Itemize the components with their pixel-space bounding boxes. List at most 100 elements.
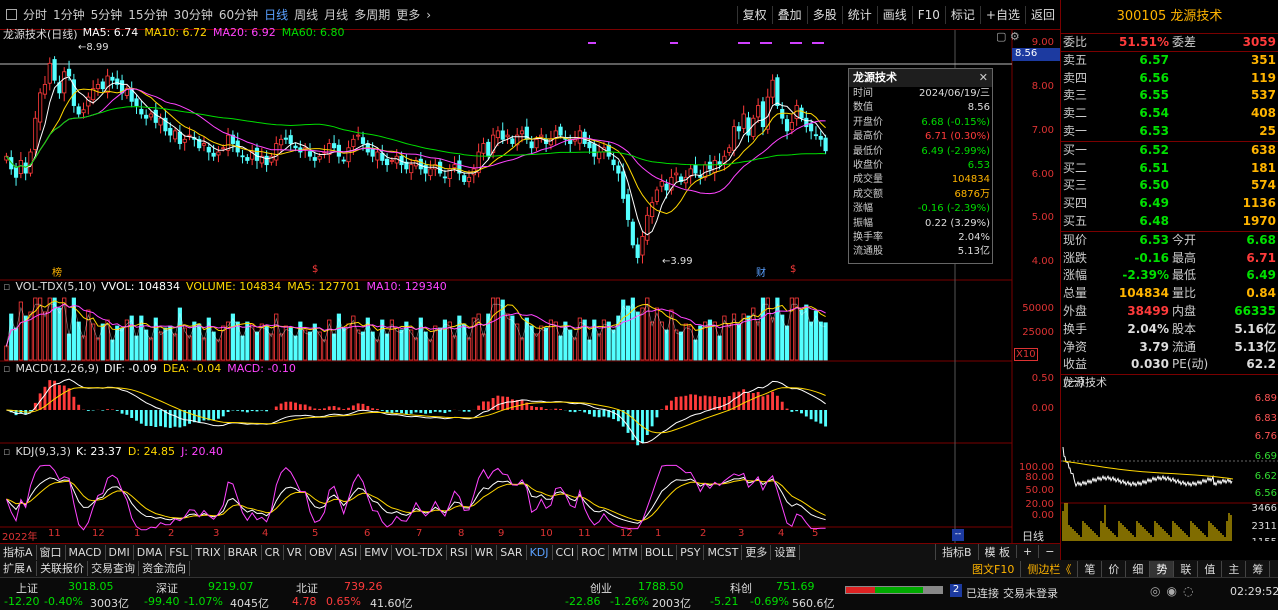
indicator-tab[interactable]: TRIX	[192, 544, 225, 560]
bottom-tab[interactable]: 扩展∧	[0, 561, 38, 576]
indicator-tab[interactable]: ROC	[578, 544, 610, 560]
index-name[interactable]: 深证	[156, 580, 178, 596]
period-tab[interactable]: 日线	[264, 6, 288, 23]
side-tab[interactable]: 细	[1126, 560, 1151, 577]
marker-dollar[interactable]: $	[790, 264, 796, 275]
indicator-tab[interactable]: 窗口	[37, 544, 66, 560]
indicator-tab-right[interactable]: +	[1016, 545, 1038, 558]
tool-button[interactable]: 叠加	[771, 6, 807, 24]
period-tab[interactable]: 1分钟	[53, 6, 85, 23]
layout-toggle-icon[interactable]	[6, 9, 17, 20]
candle-body	[409, 164, 414, 174]
indicator-tab[interactable]: VR	[284, 544, 307, 560]
indicator-tab-right[interactable]: −	[1038, 545, 1060, 558]
volume-bar	[110, 339, 115, 361]
indicator-tab[interactable]: 指标A	[0, 544, 37, 560]
indicator-tab[interactable]: CR	[262, 544, 284, 560]
event-marker[interactable]	[790, 42, 802, 44]
side-tab[interactable]: 笔	[1078, 560, 1103, 577]
indicator-tab[interactable]: BRAR	[225, 544, 262, 560]
side-tab[interactable]: 值	[1198, 560, 1223, 577]
indicator-tab-right[interactable]: 指标B	[935, 543, 978, 560]
period-tab[interactable]: 30分钟	[174, 6, 213, 23]
person-icon[interactable]: ◉	[1166, 584, 1182, 598]
indicator-tab[interactable]: EMV	[361, 544, 393, 560]
index-name[interactable]: 创业	[590, 580, 612, 596]
period-tab[interactable]: 60分钟	[219, 6, 258, 23]
event-marker[interactable]	[812, 42, 824, 44]
indicator-tab[interactable]: BOLL	[642, 544, 678, 560]
side-tab[interactable]: 联	[1174, 560, 1199, 577]
period-tab[interactable]: 更多	[396, 6, 420, 23]
side-tab[interactable]: 主	[1222, 560, 1247, 577]
indicator-tab[interactable]: FSL	[166, 544, 193, 560]
period-tab[interactable]: 周线	[294, 6, 318, 23]
period-tab[interactable]: 15分钟	[128, 6, 167, 23]
candle-body	[206, 146, 211, 153]
indicator-tab[interactable]: RSI	[447, 544, 472, 560]
bottom-tab[interactable]: 关联报价	[37, 561, 89, 576]
indicator-tab[interactable]: VOL-TDX	[392, 544, 447, 560]
marker-finance[interactable]: 财	[756, 264, 766, 279]
indicator-tab[interactable]: KDJ	[527, 544, 553, 560]
marker-dollar[interactable]: $	[312, 264, 318, 275]
bottom-tab[interactable]: 资金流向	[139, 561, 191, 576]
index-name[interactable]: 上证	[16, 580, 38, 596]
close-icon[interactable]: ✕	[979, 69, 988, 87]
stat-value: -2.39%	[1122, 268, 1169, 283]
tool-button[interactable]: 多股	[806, 6, 842, 24]
tool-button[interactable]: 复权	[736, 6, 772, 24]
tool-button[interactable]: 画线	[876, 6, 912, 24]
intraday-mini-chart[interactable]: 6.89 6.83 6.76 6.69 6.62 6.56 3466 2311 1155	[1061, 391, 1278, 548]
stock-code-name[interactable]: 300105 龙源技术	[1061, 0, 1278, 34]
index-name[interactable]: 北证	[296, 580, 318, 596]
event-marker[interactable]	[760, 42, 772, 44]
indicator-tab[interactable]: SAR	[497, 544, 527, 560]
axis-tick: 25000	[1022, 327, 1054, 338]
period-tab[interactable]: 5分钟	[91, 6, 123, 23]
tool-button[interactable]: 返回	[1024, 6, 1060, 24]
event-marker[interactable]	[588, 42, 596, 44]
settings-icon[interactable]: ⚙	[1010, 30, 1020, 43]
event-marker[interactable]	[670, 42, 678, 44]
period-tab[interactable]: 多周期	[354, 6, 390, 23]
side-tab[interactable]: 侧边栏《	[1021, 560, 1079, 577]
side-tab[interactable]: 价	[1102, 560, 1127, 577]
scroll-handle[interactable]: --	[952, 529, 964, 541]
tool-button[interactable]: 统计	[841, 6, 877, 24]
indicator-tab[interactable]: DMA	[134, 544, 167, 560]
trade-status[interactable]: 交易未登录	[1003, 585, 1058, 601]
side-tab[interactable]: 筹	[1246, 560, 1271, 577]
indicator-tab[interactable]: DMI	[106, 544, 134, 560]
period-tab[interactable]: 月线	[324, 6, 348, 23]
indicator-tab[interactable]: PSY	[677, 544, 705, 560]
headset-icon[interactable]: ◎	[1150, 584, 1166, 598]
date-label: 7	[416, 528, 423, 539]
indicator-tab[interactable]: OBV	[306, 544, 337, 560]
date-axis-mode[interactable]: 日线	[1022, 528, 1044, 544]
side-tab[interactable]: 图文F10	[966, 560, 1022, 577]
indicator-tab[interactable]: ASI	[336, 544, 362, 560]
globe-icon[interactable]: ◌	[1183, 584, 1199, 598]
indicator-tab[interactable]: MCST	[704, 544, 743, 560]
bottom-tab[interactable]: 交易查询	[88, 561, 140, 576]
side-tab[interactable]: 势	[1150, 560, 1175, 577]
indicator-tab[interactable]: MACD	[66, 544, 106, 560]
tool-button[interactable]: 标记	[944, 6, 980, 24]
more-chevron-icon[interactable]: ›	[426, 8, 431, 22]
restore-icon[interactable]: ▢	[996, 30, 1006, 43]
date-label: 1	[655, 528, 662, 539]
indicator-tab[interactable]: 设置	[771, 544, 801, 560]
indicator-tab[interactable]: WR	[472, 544, 498, 560]
period-tab[interactable]: 分时	[23, 6, 47, 23]
marker-bang[interactable]: 榜	[52, 264, 62, 279]
tool-button[interactable]: +自选	[979, 6, 1025, 24]
indicator-tab[interactable]: CCI	[553, 544, 579, 560]
indicator-tab[interactable]: 更多	[742, 544, 772, 560]
index-name[interactable]: 科创	[730, 580, 752, 596]
mini-tick: 2311	[1252, 521, 1277, 532]
tool-button[interactable]: F10	[911, 6, 945, 24]
indicator-tab[interactable]: MTM	[609, 544, 642, 560]
event-marker[interactable]	[738, 42, 750, 44]
indicator-tab-right[interactable]: 模 板	[977, 543, 1017, 560]
